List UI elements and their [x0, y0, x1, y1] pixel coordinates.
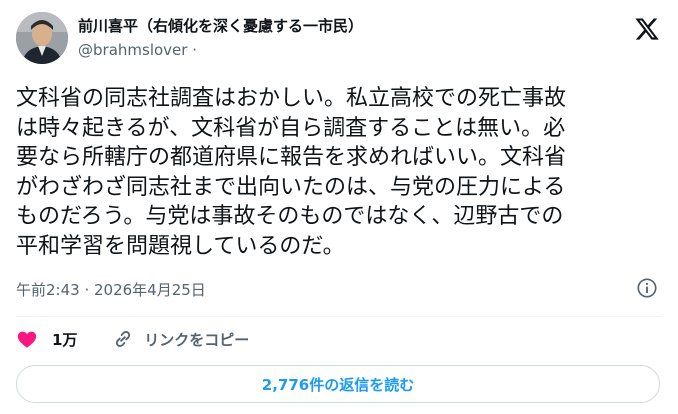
- separator-dot: ·: [192, 41, 197, 59]
- divider: [16, 316, 662, 317]
- tweet-actions: 1万 リンクをコピー: [16, 328, 249, 354]
- user-handle[interactable]: @brahmslover: [78, 41, 187, 59]
- user-names: 前川喜平（右傾化を深く憂慮する一市民） @brahmslover ·: [78, 16, 363, 60]
- tweet-header: 前川喜平（右傾化を深く憂慮する一市民） @brahmslover ·: [16, 10, 662, 72]
- x-logo-icon[interactable]: [634, 16, 660, 42]
- link-icon: [116, 331, 131, 347]
- info-icon[interactable]: [636, 277, 658, 299]
- handle-row: @brahmslover ·: [78, 40, 363, 60]
- tweet-line: ものだろう。与党は事故そのものではなく、辺野古での: [16, 204, 564, 229]
- read-replies-button[interactable]: 2,776件の返信を読む: [16, 365, 660, 403]
- tweet-line: 文科省の同志社調査はおかしい。私立高校での死亡事故: [16, 86, 567, 111]
- tweet-line: 要なら所轄庁の都道府県に報告を求めればいい。文科省: [16, 145, 567, 170]
- heart-icon: [17, 331, 37, 348]
- like-button[interactable]: 1万: [16, 328, 77, 350]
- copy-link-button[interactable]: リンクをコピー: [112, 328, 249, 350]
- read-replies-label: 2,776件の返信を読む: [261, 375, 415, 394]
- display-name[interactable]: 前川喜平（右傾化を深く憂慮する一市民）: [78, 16, 363, 36]
- tweet-text: 文科省の同志社調査はおかしい。私立高校での死亡事故 は時々起きるが、文科省が自ら…: [16, 84, 666, 261]
- avatar-image: [16, 12, 68, 64]
- tweet-line: 平和学習を問題視しているのだ。: [16, 233, 345, 259]
- avatar[interactable]: [16, 12, 68, 64]
- tweet-line: がわざわざ同志社まで出向いたのは、与党の圧力による: [16, 174, 566, 200]
- like-count: 1万: [52, 330, 78, 349]
- copy-link-label: リンクをコピー: [144, 330, 250, 349]
- tweet-line: は時々起きるが、文科省が自ら調査することは無い。必: [16, 115, 566, 141]
- tweet-timestamp[interactable]: 午前2:43 · 2026年4月25日: [16, 279, 206, 300]
